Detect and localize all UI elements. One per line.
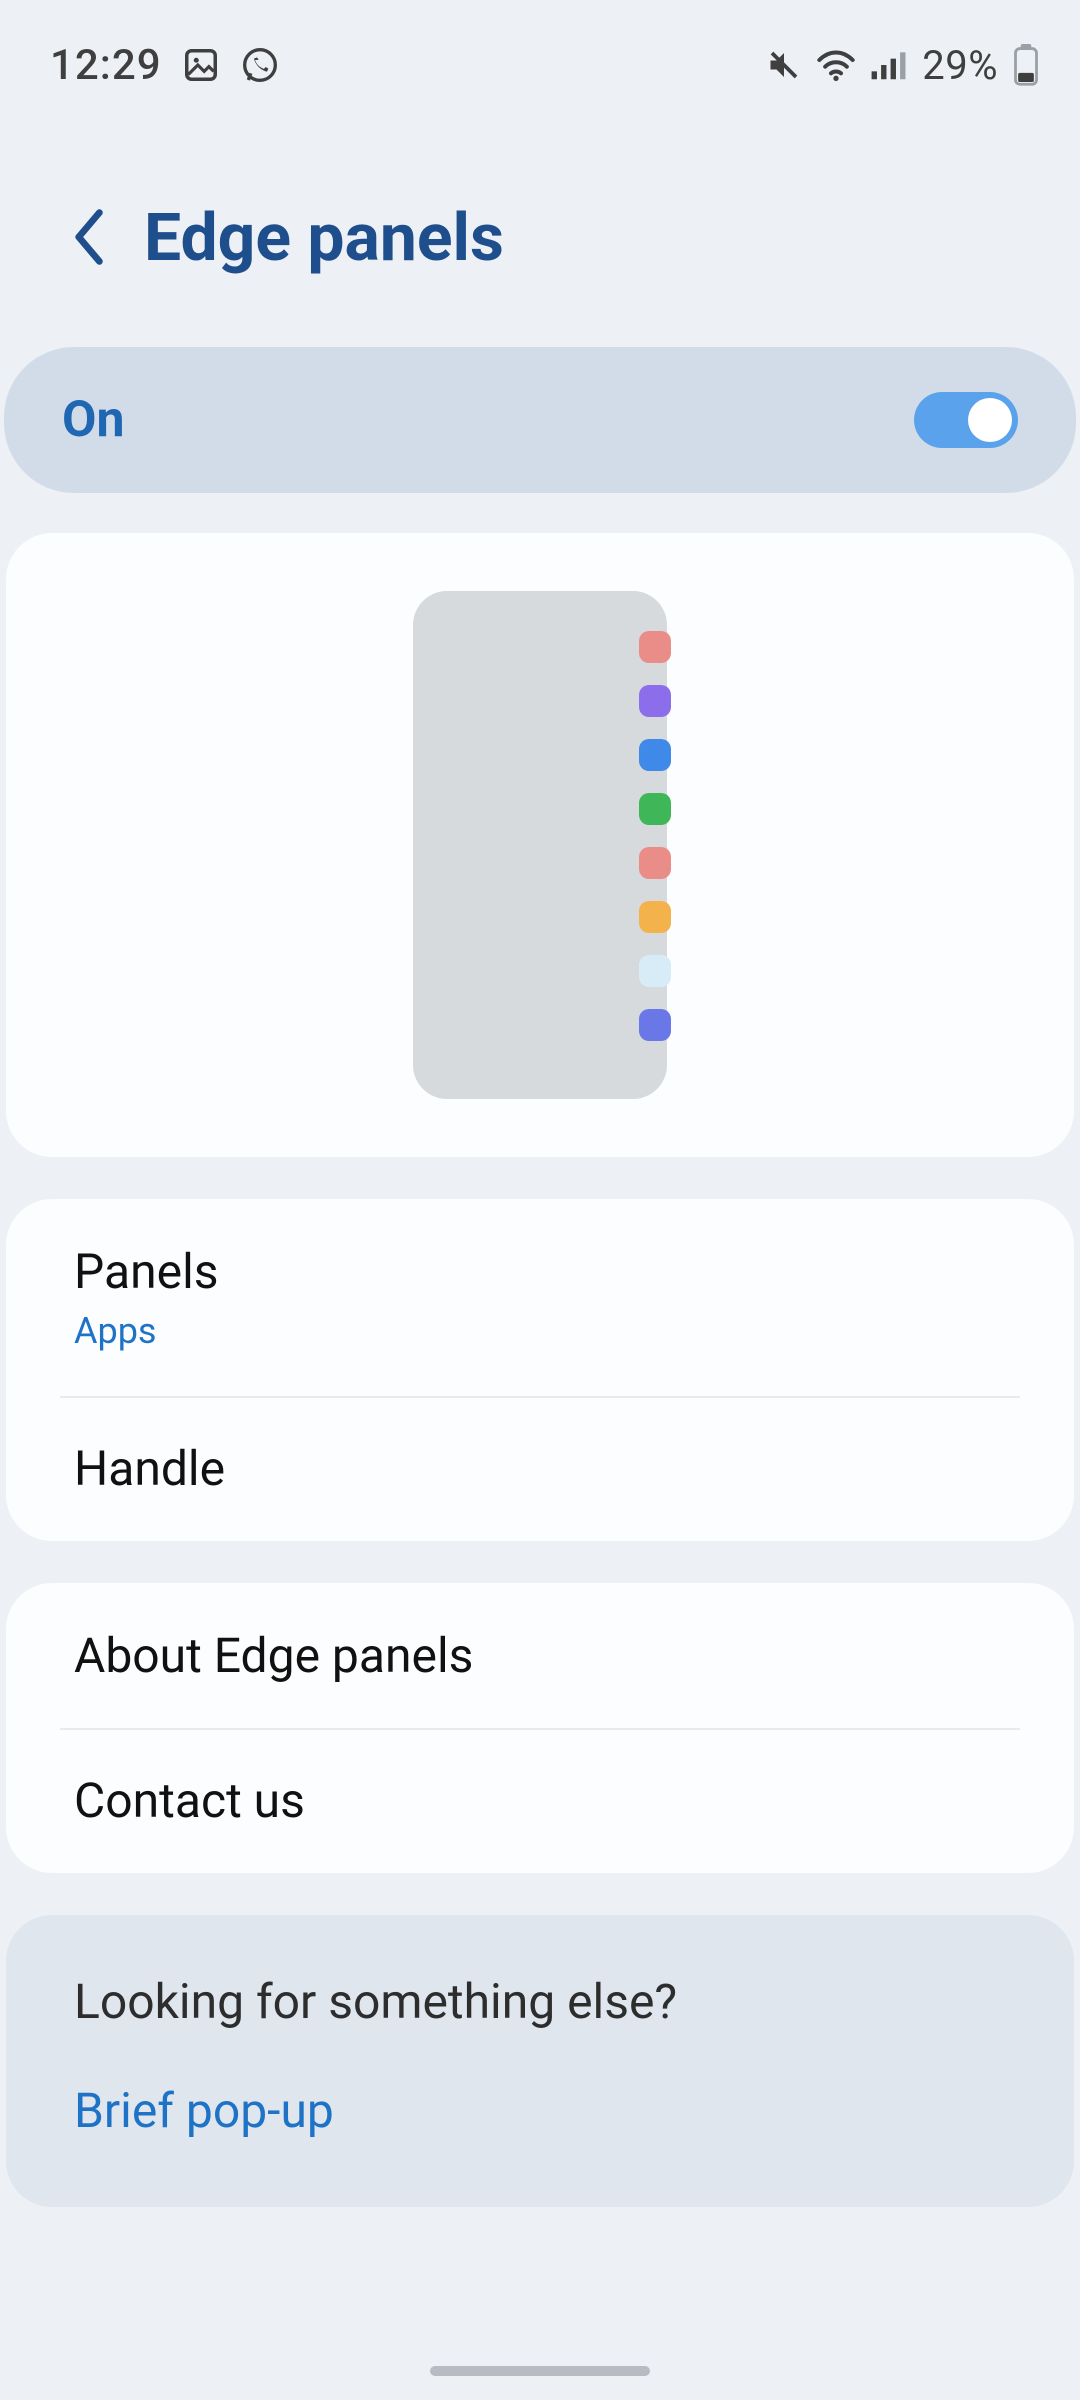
- about-title: About Edge panels: [74, 1627, 1006, 1684]
- suggestion-link[interactable]: Brief pop-up: [74, 2082, 1006, 2139]
- battery-icon: [1012, 44, 1040, 86]
- battery-percent: 29%: [922, 42, 998, 89]
- edge-dot: [639, 685, 671, 717]
- master-toggle-switch[interactable]: [914, 392, 1018, 448]
- preview-card: [6, 533, 1074, 1157]
- edge-dot: [639, 1009, 671, 1041]
- handle-row[interactable]: Handle: [6, 1396, 1074, 1541]
- contact-title: Contact us: [74, 1772, 1006, 1829]
- edge-dot: [639, 793, 671, 825]
- header: Edge panels: [0, 100, 1080, 347]
- handle-title: Handle: [74, 1440, 1006, 1497]
- suggestion-title: Looking for something else?: [74, 1973, 1006, 2030]
- signal-icon: [870, 48, 908, 82]
- status-bar: 12:29: [0, 0, 1080, 100]
- suggestion-card: Looking for something else? Brief pop-up: [6, 1915, 1074, 2207]
- about-row[interactable]: About Edge panels: [6, 1583, 1074, 1728]
- wifi-icon: [816, 48, 856, 82]
- edge-dot: [639, 739, 671, 771]
- edge-dot: [639, 631, 671, 663]
- edge-dot: [639, 901, 671, 933]
- phone-preview: [413, 591, 667, 1099]
- gesture-bar[interactable]: [430, 2366, 650, 2376]
- whatsapp-icon: [240, 45, 280, 85]
- back-icon[interactable]: [70, 207, 110, 271]
- master-toggle-row[interactable]: On: [4, 347, 1076, 493]
- contact-row[interactable]: Contact us: [6, 1728, 1074, 1873]
- settings-section-1: Panels Apps Handle: [6, 1199, 1074, 1541]
- panels-subtitle: Apps: [74, 1310, 1006, 1352]
- edge-dot: [639, 847, 671, 879]
- page-title: Edge panels: [144, 200, 504, 277]
- edge-dot: [639, 955, 671, 987]
- clock: 12:29: [50, 41, 162, 90]
- gallery-icon: [182, 46, 220, 84]
- edge-panel-dots: [639, 631, 671, 1041]
- panels-row[interactable]: Panels Apps: [6, 1199, 1074, 1396]
- settings-section-2: About Edge panels Contact us: [6, 1583, 1074, 1873]
- mute-icon: [766, 47, 802, 83]
- panels-title: Panels: [74, 1243, 1006, 1300]
- master-toggle-label: On: [62, 391, 125, 449]
